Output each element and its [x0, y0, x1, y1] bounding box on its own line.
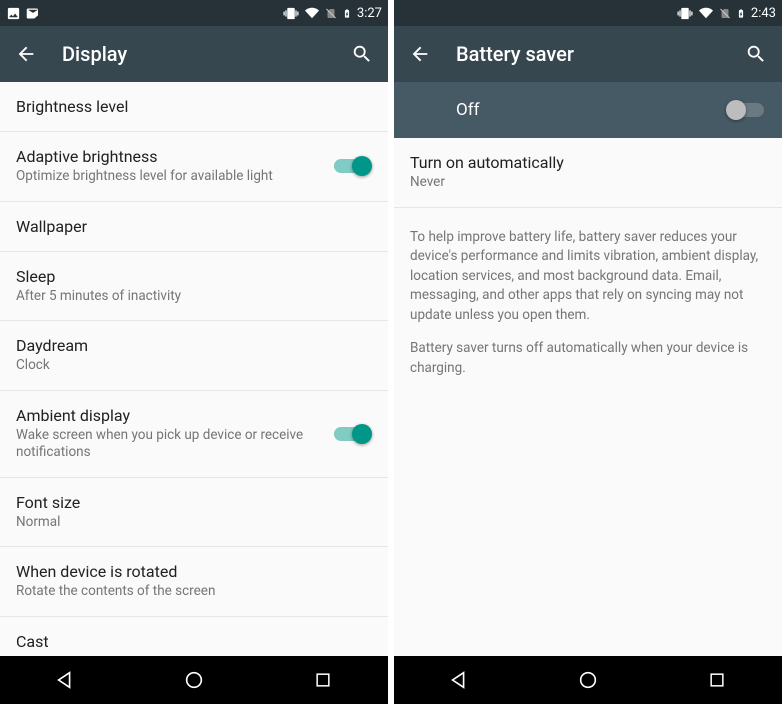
app-bar: Battery saver: [394, 26, 782, 82]
vibrate-icon: [677, 6, 693, 21]
search-button[interactable]: [348, 40, 376, 68]
row-title: Wallpaper: [16, 217, 360, 236]
row-title: Sleep: [16, 267, 360, 286]
row-title: Font size: [16, 493, 360, 512]
phone-right: 2:43 Battery saver Off Turn on automatic…: [394, 0, 782, 704]
settings-list: Brightness level Adaptive brightness Optim…: [0, 82, 388, 656]
settings-row[interactable]: Adaptive brightness Optimize brightness l…: [0, 132, 388, 202]
nav-home-button[interactable]: [558, 660, 618, 700]
settings-row[interactable]: When device is rotated Rotate the content…: [0, 547, 388, 617]
nav-home-button[interactable]: [164, 660, 224, 700]
settings-content: Turn on automatically Never To help impr…: [394, 138, 782, 656]
mail-icon: [25, 6, 41, 21]
settings-row[interactable]: Daydream Clock: [0, 321, 388, 391]
settings-row[interactable]: Wallpaper: [0, 202, 388, 252]
master-toggle-label: Off: [456, 100, 726, 120]
row-title: Daydream: [16, 336, 360, 355]
nav-bar: [0, 656, 388, 704]
settings-row[interactable]: Sleep After 5 minutes of inactivity: [0, 252, 388, 322]
row-subtitle: Wake screen when you pick up device or r…: [16, 427, 320, 462]
master-toggle-bar[interactable]: Off: [394, 82, 782, 138]
status-bar: 3:27: [0, 0, 388, 26]
page-title: Battery saver: [456, 42, 742, 66]
nav-back-button[interactable]: [429, 660, 489, 700]
row-subtitle: Clock: [16, 357, 360, 375]
status-time: 2:43: [751, 6, 776, 21]
nav-recent-button[interactable]: [687, 660, 747, 700]
nav-bar: [394, 656, 782, 704]
battery-charging-icon: [342, 6, 352, 21]
no-sim-icon: [719, 6, 731, 21]
settings-row[interactable]: Cast: [0, 617, 388, 656]
wifi-icon: [304, 6, 320, 20]
settings-row[interactable]: Ambient display Wake screen when you pick…: [0, 391, 388, 478]
row-subtitle: Rotate the contents of the screen: [16, 583, 360, 601]
back-button[interactable]: [12, 40, 40, 68]
row-title: Turn on automatically: [410, 153, 754, 172]
search-button[interactable]: [742, 40, 770, 68]
nav-back-button[interactable]: [35, 660, 95, 700]
vibrate-icon: [283, 6, 299, 21]
row-subtitle: Normal: [16, 514, 360, 532]
image-icon: [6, 6, 21, 21]
settings-row-turn-on-auto[interactable]: Turn on automatically Never: [394, 138, 782, 208]
master-toggle-switch[interactable]: [726, 100, 766, 120]
description-p1: To help improve battery life, battery sa…: [410, 228, 766, 326]
settings-row[interactable]: Brightness level: [0, 82, 388, 132]
page-title: Display: [62, 42, 348, 66]
row-subtitle: Never: [410, 174, 754, 192]
status-time: 3:27: [357, 6, 382, 21]
wifi-icon: [698, 6, 714, 20]
row-title: When device is rotated: [16, 562, 360, 581]
battery-charging-icon: [736, 6, 746, 21]
toggle-switch[interactable]: [332, 424, 372, 444]
row-title: Adaptive brightness: [16, 147, 320, 166]
row-subtitle: After 5 minutes of inactivity: [16, 288, 360, 306]
row-title: Ambient display: [16, 406, 320, 425]
description-text: To help improve battery life, battery sa…: [394, 208, 782, 401]
phone-left: 3:27 Display Brightness level Adaptive br…: [0, 0, 388, 704]
description-p2: Battery saver turns off automatically wh…: [410, 339, 766, 378]
settings-row[interactable]: Font size Normal: [0, 478, 388, 548]
status-bar: 2:43: [394, 0, 782, 26]
row-title: Cast: [16, 632, 360, 651]
app-bar: Display: [0, 26, 388, 82]
no-sim-icon: [325, 6, 337, 21]
nav-recent-button[interactable]: [293, 660, 353, 700]
toggle-switch[interactable]: [332, 156, 372, 176]
back-button[interactable]: [406, 40, 434, 68]
row-title: Brightness level: [16, 97, 360, 116]
row-subtitle: Optimize brightness level for available …: [16, 168, 320, 186]
